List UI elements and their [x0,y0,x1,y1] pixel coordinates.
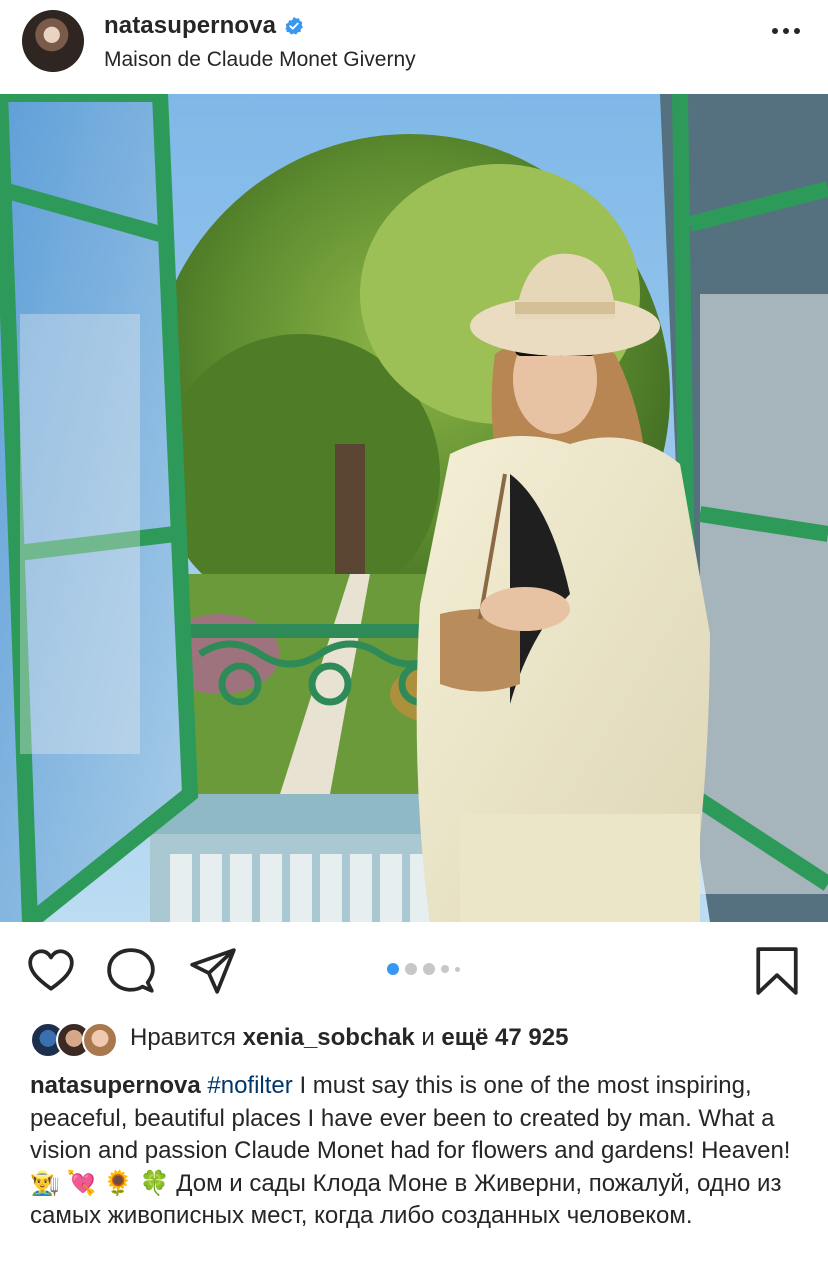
comment-icon[interactable] [106,946,156,996]
carousel-dot-3 [423,963,435,975]
likes-count-link[interactable]: ещё 47 925 [441,1024,568,1051]
paper-plane-icon[interactable] [188,946,238,996]
heart-icon[interactable] [26,946,76,996]
location-link[interactable]: Maison de Claude Monet Giverny [104,48,416,72]
hashtag-link[interactable]: #nofilter [207,1072,292,1099]
more-dots-icon[interactable] [772,28,800,34]
carousel-dot-1 [387,963,399,975]
carousel-dot-5 [455,966,460,972]
post-header: natasupernova Maison de Claude Monet Giv… [0,0,828,94]
liker-avatars [30,1020,122,1058]
carousel-indicator[interactable] [387,963,460,975]
likes-conj: и [421,1024,435,1051]
caption-username-link[interactable]: natasupernova [30,1072,201,1099]
avatar[interactable] [22,10,84,72]
liker-username-link[interactable]: xenia_sobchak [243,1024,415,1051]
post-photo[interactable] [0,94,828,922]
carousel-dot-2 [405,963,417,975]
username-row: natasupernova [104,12,304,40]
post-caption: natasupernova #nofilter I must say this … [30,1070,800,1233]
likes-summary: Нравится xenia_sobchak и ещё 47 925 [130,1024,568,1052]
bookmark-icon[interactable] [752,946,802,996]
liker-avatar [82,1022,118,1058]
carousel-dot-4 [441,965,449,973]
verified-badge-icon [285,16,303,35]
likes-row[interactable]: Нравится xenia_sobchak и ещё 47 925 [30,1018,568,1058]
likes-prefix: Нравится [130,1024,236,1051]
username-link[interactable]: natasupernova [104,12,276,40]
photo-illustration [0,94,828,922]
